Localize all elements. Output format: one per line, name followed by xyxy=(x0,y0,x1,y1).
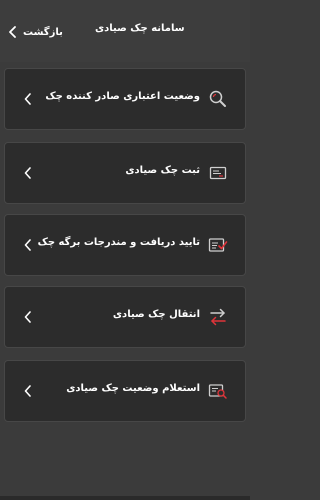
document-search-icon xyxy=(208,381,228,401)
menu-item-label: تایید دریافت و مندرجات برگه چک xyxy=(37,237,200,248)
search-icon xyxy=(208,89,228,109)
menu-item-confirm-receipt[interactable]: تایید دریافت و مندرجات برگه چک xyxy=(4,214,246,276)
cheque-icon xyxy=(208,163,228,183)
app-header: بازگشت سامانه چک صیادی xyxy=(0,0,250,62)
menu-item-label: استعلام وضعیت چک صیادی xyxy=(66,383,200,394)
chevron-left-icon xyxy=(24,385,32,397)
chevron-left-icon xyxy=(24,311,32,323)
menu-item-cheque-status-inquiry[interactable]: استعلام وضعیت چک صیادی xyxy=(4,360,246,422)
transfer-arrows-icon xyxy=(208,307,228,327)
checklist-icon xyxy=(208,235,228,255)
back-button[interactable]: بازگشت xyxy=(8,22,63,42)
chevron-left-icon xyxy=(24,239,32,251)
menu-item-register-cheque[interactable]: ثبت چک صیادی xyxy=(4,142,246,204)
menu-item-transfer-cheque[interactable]: انتقال چک صیادی xyxy=(4,286,246,348)
chevron-left-icon xyxy=(24,93,32,105)
page-title: سامانه چک صیادی xyxy=(95,23,185,34)
menu-item-label: ثبت چک صیادی xyxy=(125,165,200,176)
menu-item-label: وضعیت اعتباری صادر کننده چک xyxy=(45,91,200,102)
chevron-left-icon xyxy=(24,167,32,179)
back-label: بازگشت xyxy=(23,26,63,38)
menu-item-label: انتقال چک صیادی xyxy=(112,309,200,320)
bottom-bar xyxy=(0,496,250,500)
menu-item-issuer-credit-status[interactable]: وضعیت اعتباری صادر کننده چک xyxy=(4,68,246,130)
chevron-left-icon xyxy=(8,26,17,38)
